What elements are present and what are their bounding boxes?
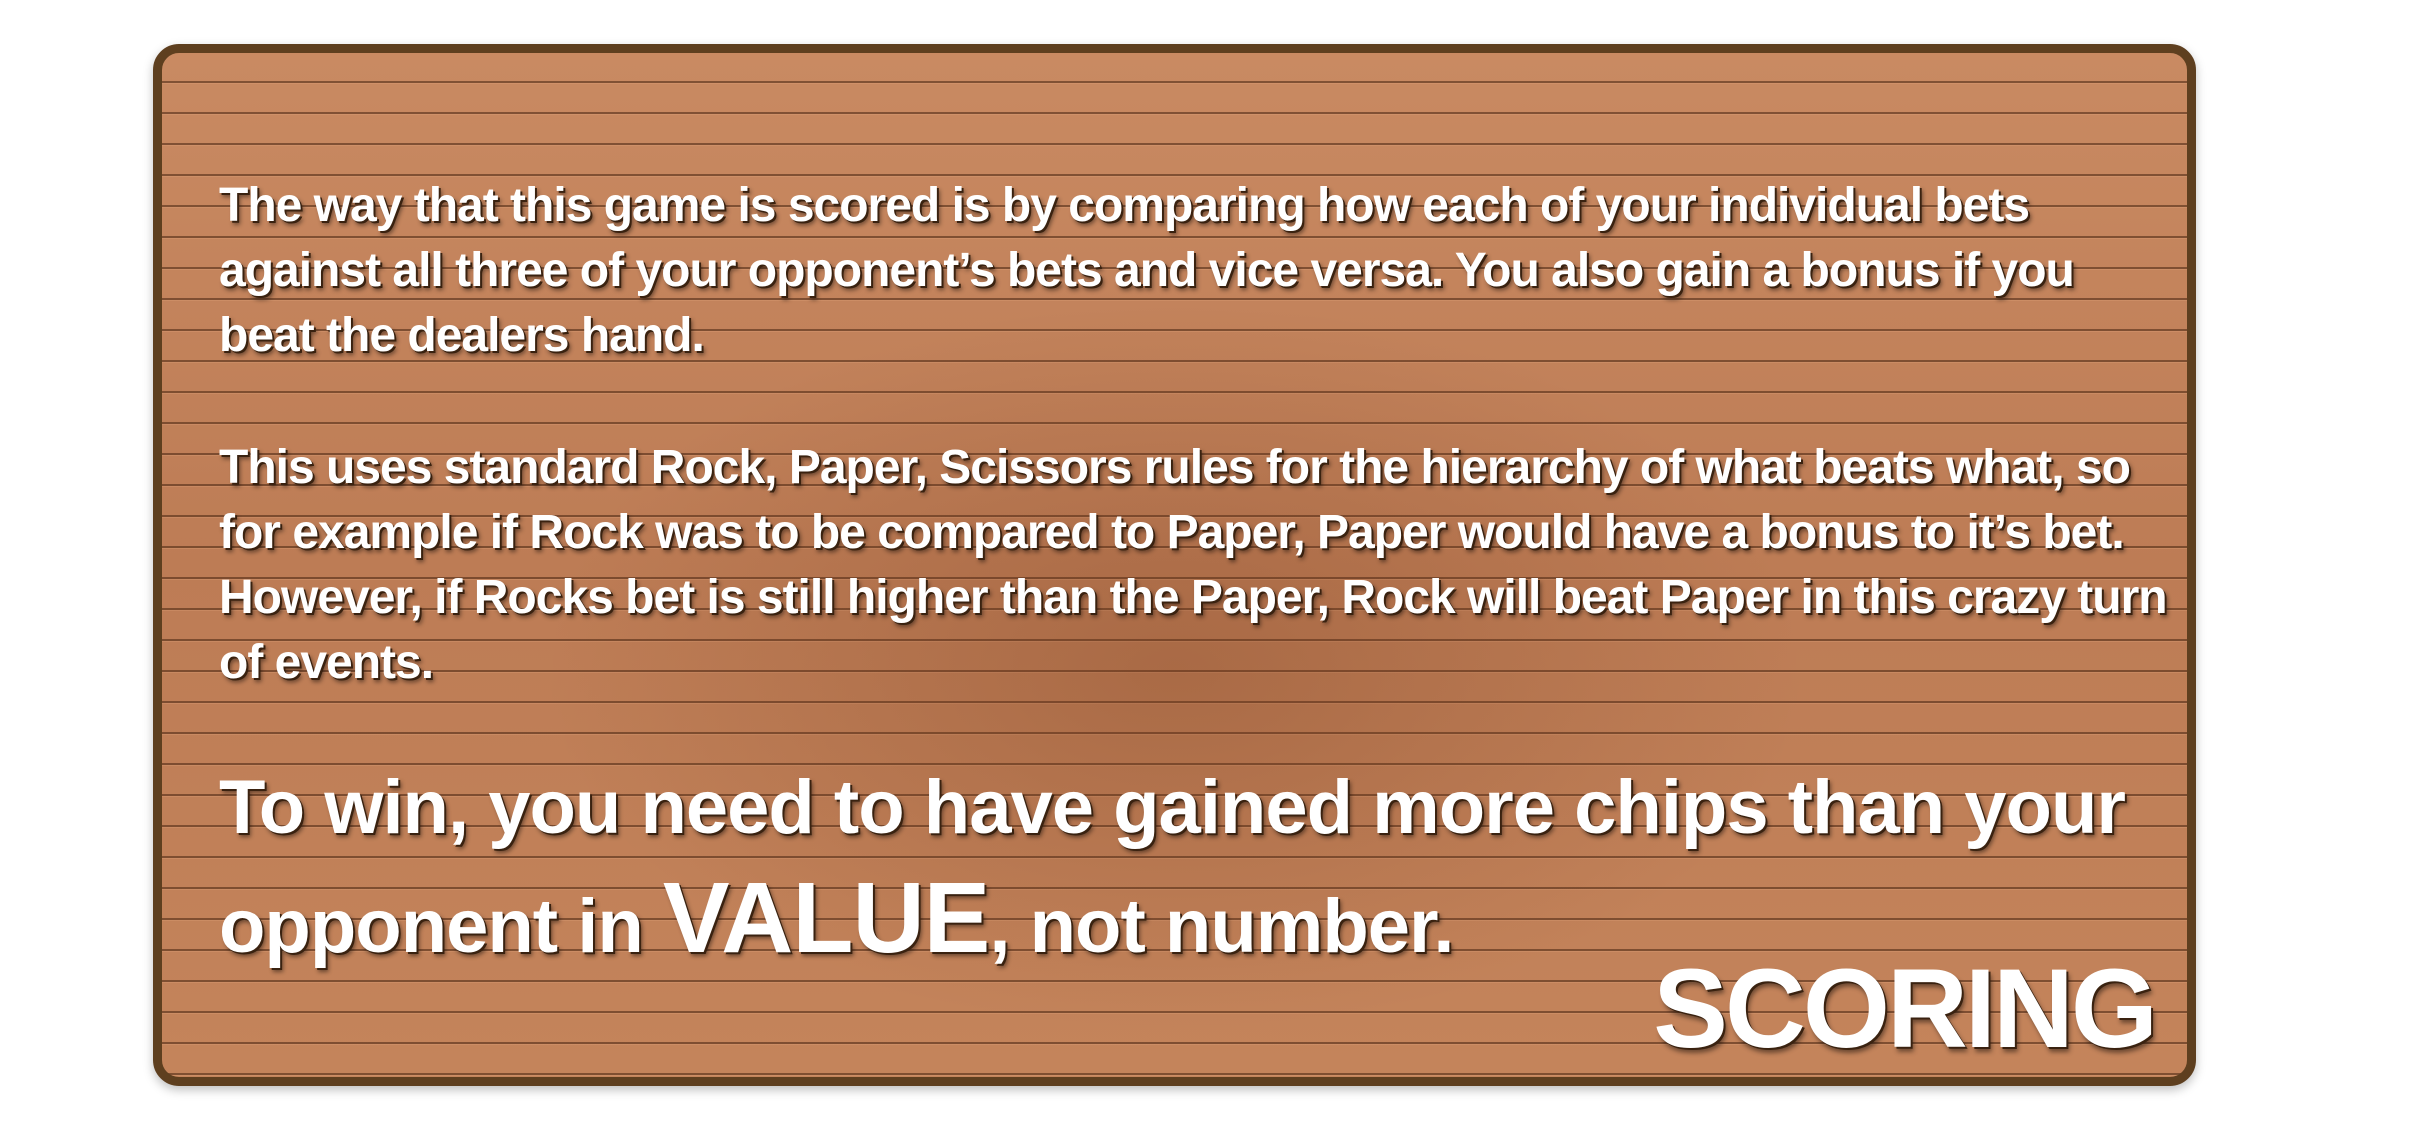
win-condition-suffix: , not number.: [989, 884, 1454, 969]
win-condition-emphasis: VALUE: [662, 862, 990, 974]
scoring-panel: The way that this game is scored is by c…: [153, 44, 2196, 1086]
page-title: SCORING: [1653, 946, 2158, 1071]
scoring-paragraph-1: The way that this game is scored is by c…: [219, 179, 2075, 362]
scoring-paragraph-2: This uses standard Rock, Paper, Scissors…: [219, 441, 2168, 689]
